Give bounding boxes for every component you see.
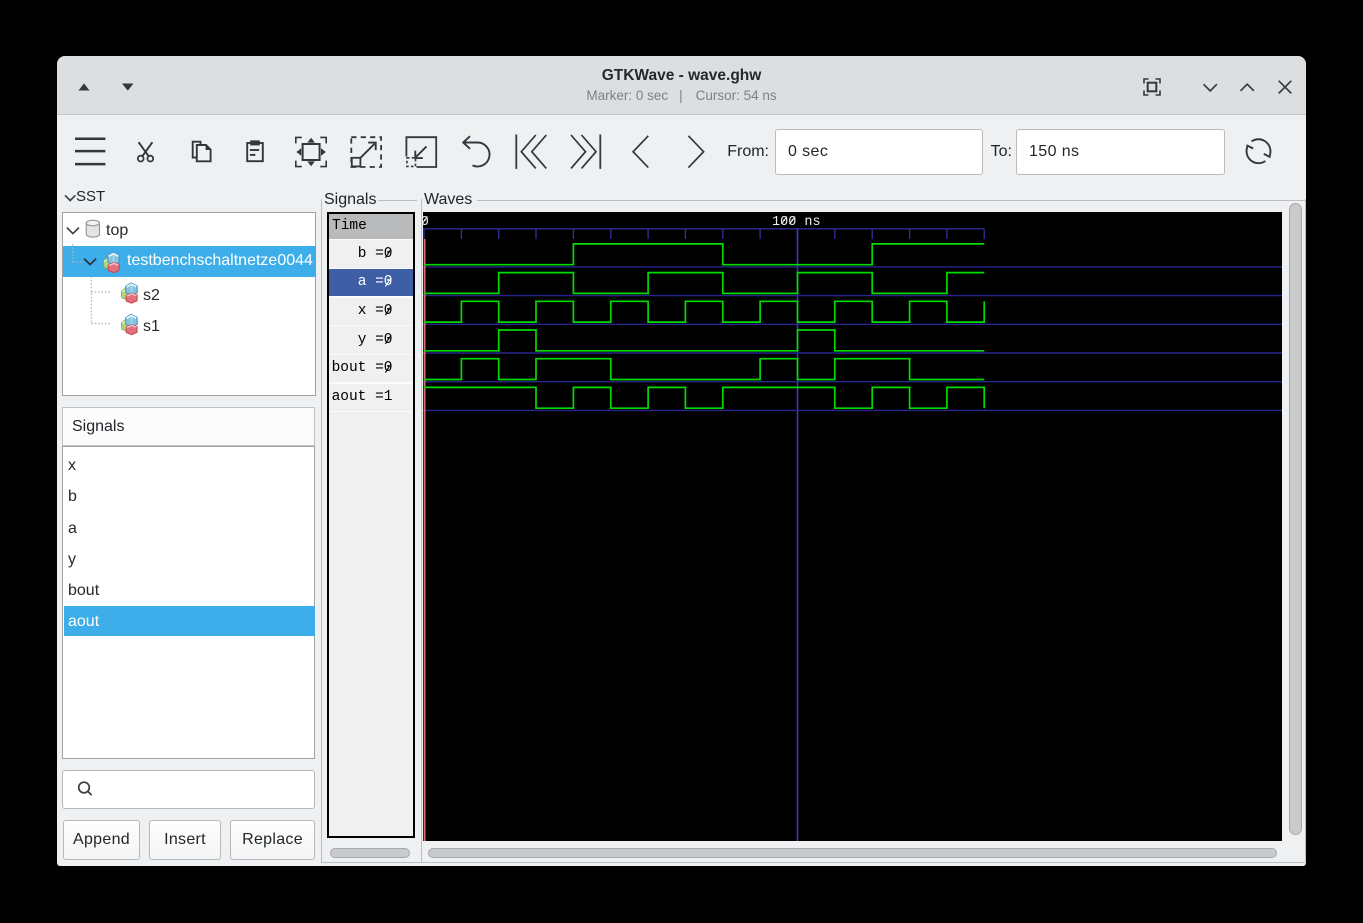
svg-text:0: 0 xyxy=(423,215,429,230)
svg-text:100 ns: 100 ns xyxy=(772,215,821,230)
